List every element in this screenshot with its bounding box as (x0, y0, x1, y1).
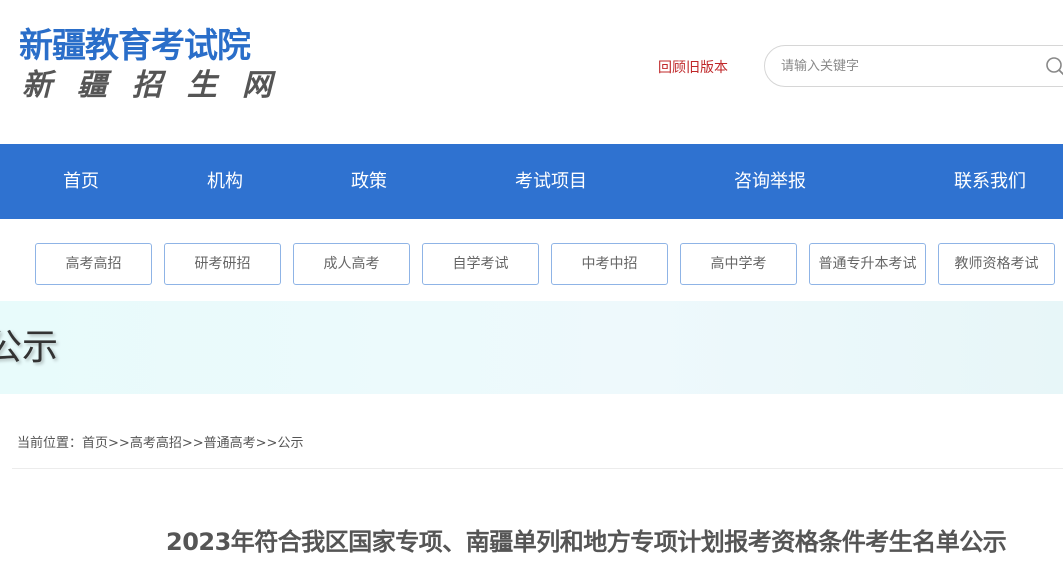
subnav-zhongkao[interactable]: 中考中招 (551, 243, 668, 285)
breadcrumb-prefix: 当前位置： (17, 436, 83, 451)
nav-item-contact-us[interactable]: 联系我们 (954, 144, 1026, 219)
breadcrumb-divider (12, 468, 1063, 469)
nav-item-organization[interactable]: 机构 (207, 144, 243, 219)
subnav-adult-exam[interactable]: 成人高考 (293, 243, 410, 285)
nav-item-consult-report[interactable]: 咨询举报 (734, 144, 806, 219)
subnav-teacher-cert-exam[interactable]: 教师资格考试 (938, 243, 1055, 285)
main-nav: 首页 机构 政策 考试项目 咨询举报 联系我们 (0, 144, 1063, 219)
breadcrumb-item-home[interactable]: 首页 (82, 436, 108, 451)
page-banner: 公示 (0, 301, 1063, 394)
breadcrumb-item-gaokao[interactable]: 高考高招 (130, 436, 182, 451)
nav-item-policy[interactable]: 政策 (351, 144, 387, 219)
subnav-high-school-exam[interactable]: 高中学考 (680, 243, 797, 285)
breadcrumb-separator: >> (108, 436, 130, 451)
breadcrumb-separator: >> (255, 436, 278, 451)
breadcrumb: 当前位置：首页>>高考高招>>普通高考>>公示 (17, 435, 303, 453)
search-box (764, 45, 1063, 87)
site-logo-title[interactable]: 新疆教育考试院 (19, 24, 251, 68)
breadcrumb-item-regular-gaokao[interactable]: 普通高考 (204, 436, 256, 451)
subnav-gaokao[interactable]: 高考高招 (35, 243, 152, 285)
search-icon[interactable] (1045, 56, 1063, 78)
nav-item-exam-projects[interactable]: 考试项目 (515, 144, 587, 219)
nav-item-home[interactable]: 首页 (63, 144, 99, 219)
article-title: 2023年符合我区国家专项、南疆单列和地方专项计划报考资格条件考生名单公示 (166, 528, 1007, 556)
subnav-graduate-exam[interactable]: 研考研招 (164, 243, 281, 285)
site-logo-subtitle[interactable]: 新疆招生网 (22, 68, 297, 104)
subnav-self-study-exam[interactable]: 自学考试 (422, 243, 539, 285)
breadcrumb-separator: >> (181, 436, 204, 451)
subnav-upgrade-exam[interactable]: 普通专升本考试 (809, 243, 926, 285)
breadcrumb-item-notice[interactable]: 公示 (277, 436, 303, 451)
search-input[interactable] (781, 56, 1031, 76)
banner-title: 公示 (0, 327, 59, 368)
old-version-link[interactable]: 回顾旧版本 (658, 58, 728, 78)
